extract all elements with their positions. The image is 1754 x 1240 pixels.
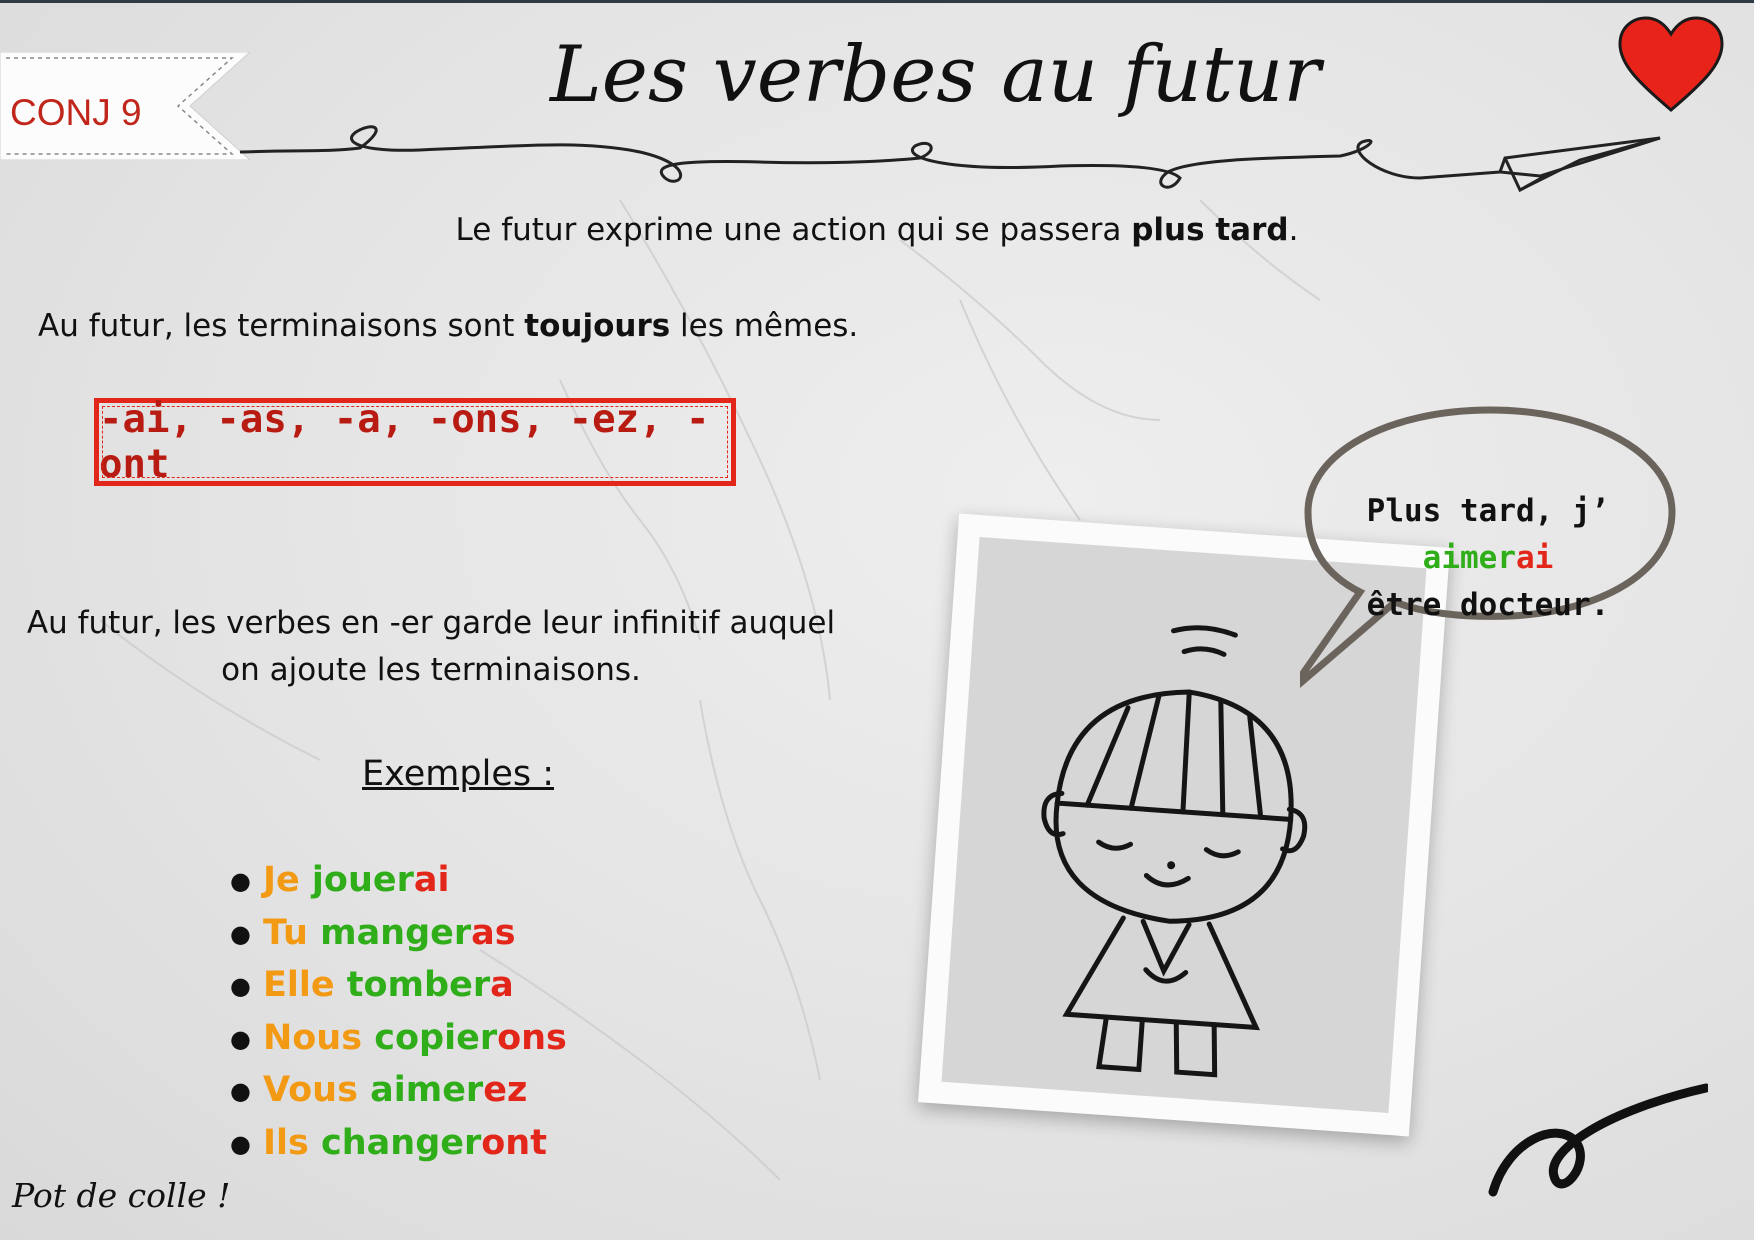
list-item: ● Tu mangeras — [230, 912, 516, 953]
endings-box: -ai, -as, -a, -ons, -ez, -ont — [94, 397, 736, 487]
list-item: ● Nous copierons — [230, 1017, 567, 1058]
examples-heading: Exemples : — [362, 754, 555, 794]
examples-list: ● Je jouerai ● Tu mangeras ● Elle tombera ●… — [230, 860, 567, 1175]
rule-infinitive-paragraph: Au futur, les verbes en -er garde leur i… — [26, 605, 836, 688]
list-item: ● Vous aimerez — [230, 1070, 528, 1110]
swirl-line-decoration — [239, 125, 1661, 193]
rule-endings-sentence: Au futur, les terminaisons sont toujours… — [38, 308, 859, 344]
heart-icon — [1618, 16, 1724, 112]
footer-signature: Pot de colle ! — [12, 1176, 231, 1215]
list-item: ● Ils changeront — [230, 1122, 547, 1163]
speech-bubble-text: Plus tard, j’ aimerai être docteur. — [1366, 493, 1610, 623]
list-item: ● Je jouerai — [230, 860, 450, 900]
list-item: ● Elle tombera — [230, 965, 514, 1005]
swirl-flourish-decoration — [1488, 1083, 1708, 1197]
intro-sentence: Le futur exprime une action qui se passe… — [455, 212, 1299, 248]
endings-list: -ai, -as, -a, -ons, -ez, -ont — [99, 397, 710, 487]
